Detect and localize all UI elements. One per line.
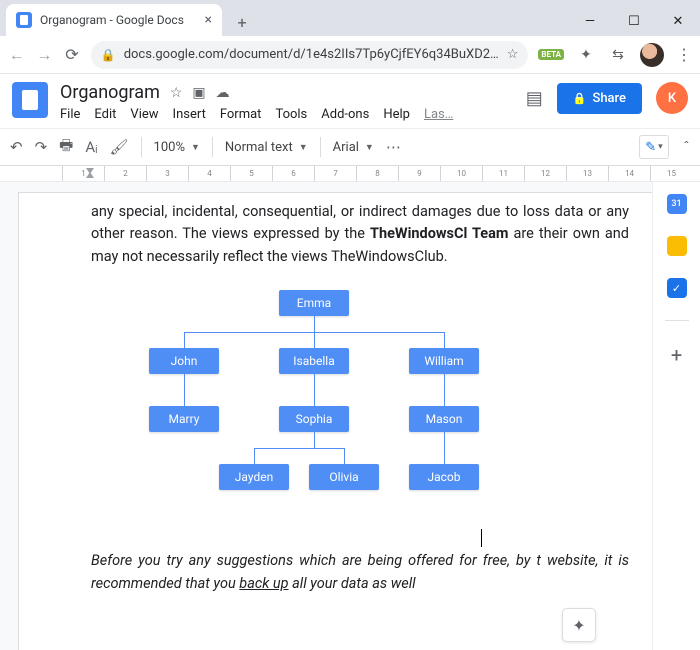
- chrome-menu-icon[interactable]: ⋮: [676, 45, 692, 64]
- minimize-button[interactable]: —: [568, 6, 612, 36]
- org-node-isabella[interactable]: Isabella: [279, 348, 349, 374]
- calendar-icon[interactable]: [667, 194, 687, 214]
- account-avatar[interactable]: K: [656, 82, 688, 114]
- browser-titlebar: Organogram - Google Docs × + — ☐ ✕: [0, 0, 700, 36]
- body-paragraph-1[interactable]: any special, incidental, consequential, …: [91, 201, 629, 268]
- docs-header: Organogram ☆ ▣ ☁ File Edit View Insert F…: [0, 74, 700, 122]
- menu-addons[interactable]: Add-ons: [321, 107, 369, 122]
- print-icon[interactable]: 🖶: [59, 135, 73, 160]
- beta-badge-icon[interactable]: BETA: [538, 49, 564, 60]
- share-button[interactable]: Share: [557, 83, 642, 114]
- editing-mode-button[interactable]: ✎▾: [639, 135, 669, 159]
- page: any special, incidental, consequential, …: [18, 192, 652, 650]
- body-paragraph-2[interactable]: Before you try any suggestions which are…: [91, 550, 629, 595]
- organogram-diagram[interactable]: Emma John Isabella William Marry Sophia Mason J…: [109, 290, 509, 520]
- org-node-mason[interactable]: Mason: [409, 406, 479, 432]
- org-node-marry[interactable]: Marry: [149, 406, 219, 432]
- org-node-olivia[interactable]: Olivia: [309, 464, 379, 490]
- menu-tools[interactable]: Tools: [275, 107, 307, 122]
- extensions-area: BETA ✦ ⇆ ⋮: [538, 43, 692, 67]
- tasks-icon[interactable]: [667, 278, 687, 298]
- document-title[interactable]: Organogram: [60, 82, 160, 103]
- browser-toolbar: ← → ⟳ 🔒 docs.google.com/document/d/1e4s2…: [0, 36, 700, 74]
- reload-button[interactable]: ⟳: [63, 45, 81, 64]
- docs-logo-icon[interactable]: [12, 82, 48, 118]
- menu-view[interactable]: View: [130, 107, 158, 122]
- text-bold: TheWindowsCl Team: [370, 225, 508, 242]
- spellcheck-icon[interactable]: Aᵢ: [85, 138, 97, 156]
- last-edit-link[interactable]: Las…: [424, 107, 453, 122]
- zoom-value: 100%: [154, 140, 185, 155]
- add-addon-icon[interactable]: +: [671, 343, 682, 367]
- more-toolbar-icon[interactable]: ⋯: [386, 138, 401, 156]
- paint-format-icon[interactable]: 🖌: [109, 138, 128, 156]
- docs-toolbar: ↶ ↷ 🖶 Aᵢ 🖌 100%▼ Normal text▼ Arial▼ ⋯ ✎…: [0, 128, 700, 166]
- explore-button[interactable]: ✦: [562, 608, 596, 642]
- org-node-john[interactable]: John: [149, 348, 219, 374]
- close-tab-icon[interactable]: ×: [205, 12, 212, 28]
- text: all your data as well: [289, 575, 416, 592]
- browser-tab[interactable]: Organogram - Google Docs ×: [6, 4, 222, 36]
- org-node-emma[interactable]: Emma: [279, 290, 349, 316]
- new-tab-button[interactable]: +: [228, 8, 256, 36]
- font-value: Arial: [333, 140, 359, 155]
- menu-bar: File Edit View Insert Format Tools Add-o…: [60, 107, 453, 122]
- zoom-select[interactable]: 100%▼: [154, 140, 200, 155]
- ruler[interactable]: 123456789101112131415: [0, 166, 700, 182]
- org-node-jayden[interactable]: Jayden: [219, 464, 289, 490]
- menu-file[interactable]: File: [60, 107, 80, 122]
- comments-icon[interactable]: ▤: [526, 88, 543, 109]
- extensions-icon[interactable]: ✦: [576, 45, 596, 65]
- star-document-icon[interactable]: ☆: [170, 85, 183, 101]
- collapse-toolbar-icon[interactable]: ˆ: [683, 138, 690, 156]
- forward-button[interactable]: →: [36, 45, 54, 65]
- text-underline: back up: [239, 575, 288, 592]
- side-panel: +: [652, 182, 700, 650]
- redo-icon[interactable]: ↷: [35, 138, 48, 156]
- move-document-icon[interactable]: ▣: [192, 85, 205, 101]
- org-node-jacob[interactable]: Jacob: [409, 464, 479, 490]
- text-cursor: [481, 529, 482, 547]
- paragraph-style-select[interactable]: Normal text▼: [225, 140, 308, 155]
- org-node-sophia[interactable]: Sophia: [279, 406, 349, 432]
- font-select[interactable]: Arial▼: [333, 140, 374, 155]
- address-bar[interactable]: 🔒 docs.google.com/document/d/1e4s2IIs7Tp…: [91, 41, 529, 69]
- window-controls: — ☐ ✕: [568, 6, 700, 36]
- bookmark-star-icon[interactable]: ☆: [507, 47, 519, 62]
- keep-icon[interactable]: [667, 236, 687, 256]
- menu-help[interactable]: Help: [383, 107, 410, 122]
- tab-title: Organogram - Google Docs: [40, 13, 197, 27]
- docs-favicon: [16, 12, 32, 28]
- document-canvas[interactable]: any special, incidental, consequential, …: [0, 182, 652, 650]
- cloud-status-icon[interactable]: ☁: [216, 85, 230, 101]
- org-node-william[interactable]: William: [409, 348, 479, 374]
- settings-toggle-icon[interactable]: ⇆: [608, 45, 628, 65]
- url-text: docs.google.com/document/d/1e4s2IIs7Tp6y…: [124, 47, 499, 62]
- close-window-button[interactable]: ✕: [656, 6, 700, 36]
- undo-icon[interactable]: ↶: [10, 138, 23, 156]
- style-value: Normal text: [225, 140, 293, 155]
- profile-avatar[interactable]: [640, 43, 664, 67]
- back-button[interactable]: ←: [8, 45, 26, 65]
- menu-edit[interactable]: Edit: [94, 107, 116, 122]
- menu-insert[interactable]: Insert: [173, 107, 206, 122]
- share-label: Share: [592, 91, 626, 106]
- menu-format[interactable]: Format: [220, 107, 262, 122]
- lock-icon: 🔒: [101, 48, 116, 62]
- maximize-button[interactable]: ☐: [612, 6, 656, 36]
